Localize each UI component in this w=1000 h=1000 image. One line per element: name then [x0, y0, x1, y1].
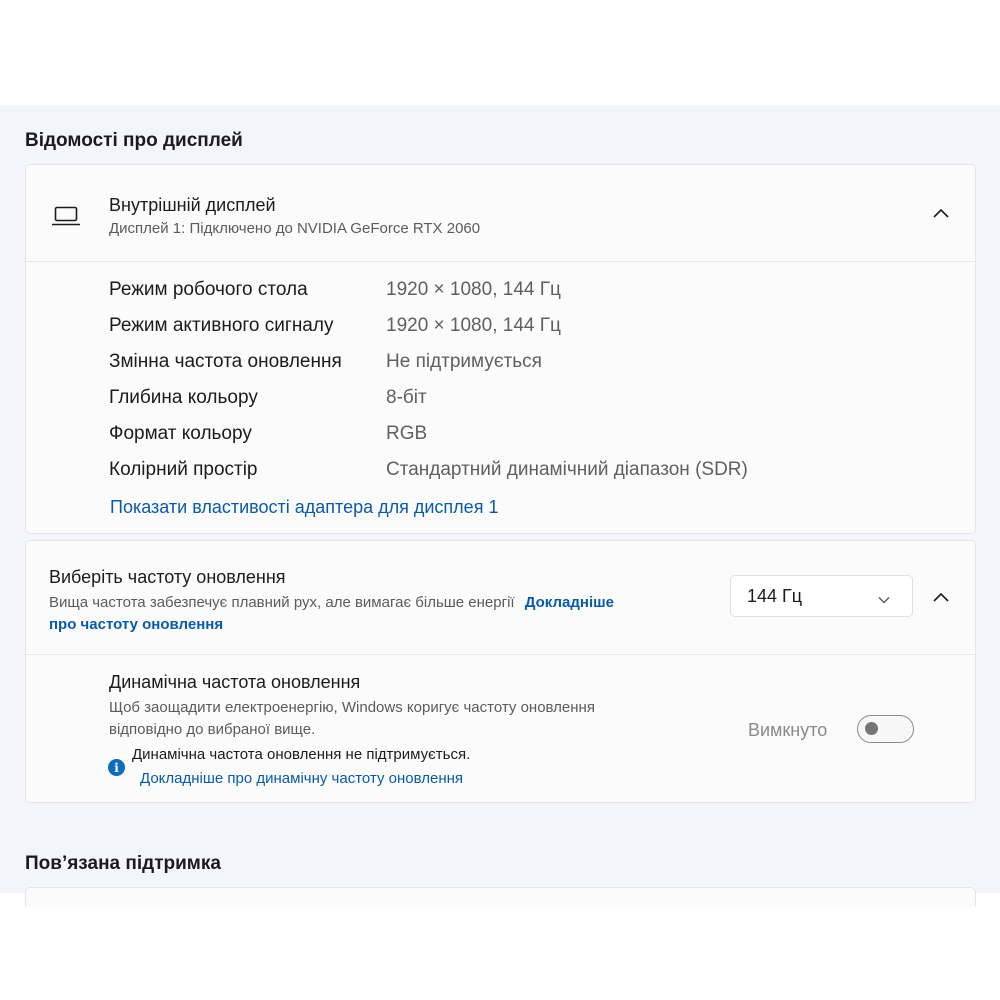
chevron-down-icon: [878, 591, 890, 609]
row-value-color-format: RGB: [386, 423, 428, 444]
chevron-up-icon: [933, 592, 949, 602]
collapse-refresh-button[interactable]: [929, 585, 953, 609]
dynamic-refresh-learn-more-link[interactable]: Докладніше про динамічну частоту оновлен…: [140, 770, 463, 787]
dynamic-refresh-description: Щоб заощадити електроенергію, Windows ко…: [109, 697, 595, 741]
refresh-rate-description: Вища частота забезпечує плавний рух, але…: [49, 594, 515, 611]
dynamic-refresh-desc-line2: відповідно до вибраної вище.: [109, 721, 316, 738]
display-info-card: Внутрішній дисплей Дисплей 1: Підключено…: [25, 164, 976, 534]
refresh-rate-learn-more-link-2[interactable]: про частоту оновлення: [49, 616, 223, 633]
row-label-variable-refresh: Змінна частота оновлення: [109, 351, 342, 372]
dynamic-refresh-toggle-state: Вимкнуто: [748, 720, 828, 740]
collapse-display-button[interactable]: [929, 201, 953, 225]
related-support-section-title: Пов’язана підтримка: [25, 853, 221, 874]
row-label-color-depth: Глибина кольору: [109, 387, 258, 408]
row-label-active-signal: Режим активного сигналу: [109, 315, 334, 336]
info-icon: i: [108, 759, 125, 776]
display-subtitle: Дисплей 1: Підключено до NVIDIA GeForce …: [109, 220, 481, 237]
dynamic-refresh-title: Динамічна частота оновлення: [109, 672, 361, 692]
refresh-rate-learn-more-link[interactable]: Докладніше: [525, 594, 614, 611]
refresh-rate-divider: [26, 654, 975, 655]
refresh-rate-title: Виберіть частоту оновлення: [49, 567, 286, 587]
row-value-color-space: Стандартний динамічний діапазон (SDR): [386, 459, 748, 480]
toggle-knob: [865, 722, 878, 735]
row-value-color-depth: 8-біт: [386, 387, 427, 408]
related-support-card: [25, 887, 976, 907]
row-value-desktop-mode: 1920 × 1080, 144 Гц: [386, 279, 561, 300]
settings-panel: Відомості про дисплей Внутрішній дисплей…: [0, 105, 1000, 907]
display-info-section-title: Відомості про дисплей: [25, 130, 243, 151]
refresh-rate-card: Виберіть частоту оновлення Вища частота …: [25, 540, 976, 803]
refresh-rate-selected-value: 144 Гц: [747, 586, 803, 606]
row-label-color-format: Формат кольору: [109, 423, 252, 444]
laptop-icon: [51, 205, 81, 232]
display-info-divider: [26, 261, 975, 262]
adapter-properties-link[interactable]: Показати властивості адаптера для диспле…: [110, 497, 498, 518]
dynamic-refresh-toggle[interactable]: [857, 715, 914, 743]
row-value-variable-refresh: Не підтримується: [386, 351, 542, 372]
display-name: Внутрішній дисплей: [109, 195, 276, 215]
dynamic-refresh-warning: Динамічна частота оновлення не підтримує…: [132, 746, 471, 763]
refresh-rate-description-block: Вища частота забезпечує плавний рух, але…: [49, 592, 709, 636]
row-label-desktop-mode: Режим робочого стола: [109, 279, 308, 300]
row-label-color-space: Колірний простір: [109, 459, 258, 480]
dynamic-refresh-desc-line1: Щоб заощадити електроенергію, Windows ко…: [109, 699, 595, 716]
row-value-active-signal: 1920 × 1080, 144 Гц: [386, 315, 561, 336]
chevron-up-icon: [933, 208, 949, 218]
refresh-rate-select[interactable]: 144 Гц: [730, 575, 913, 617]
